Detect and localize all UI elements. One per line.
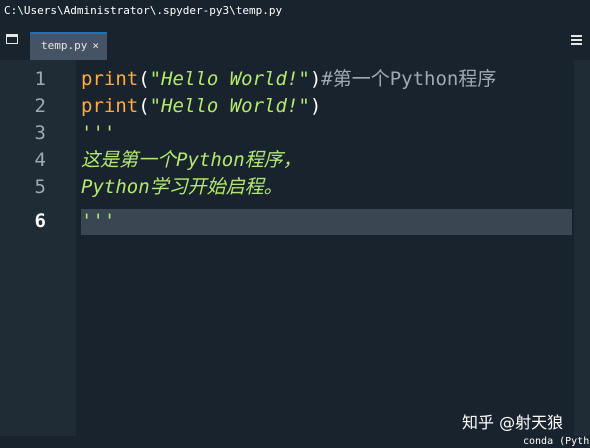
docstring-close: ''' — [81, 210, 116, 232]
current-line-highlight — [81, 209, 572, 235]
line-number: 5 — [34, 176, 46, 198]
close-paren: ) — [309, 95, 322, 117]
comment: #第一个Python程序 — [321, 68, 497, 90]
line-number: 3 — [34, 122, 46, 144]
tab-temp-py[interactable]: temp.py × — [30, 32, 107, 60]
docstring-open: ''' — [81, 122, 116, 144]
close-paren: ) — [309, 68, 322, 90]
string-literal: "Hello World!" — [149, 95, 310, 117]
hamburger-menu-icon[interactable] — [571, 35, 582, 45]
conda-env-status[interactable]: conda (Pyth — [523, 436, 589, 448]
keyword-print: print — [81, 68, 139, 90]
close-icon[interactable]: × — [92, 34, 99, 58]
docstring-line: 这是第一个Python程序， — [81, 149, 302, 171]
docstring-line: Python学习开始启程。 — [81, 176, 283, 198]
panel-icon[interactable] — [6, 34, 18, 44]
watermark: 知乎 @射天狼 — [462, 413, 564, 432]
current-line-number: 6 — [34, 210, 46, 232]
tab-label: temp.py — [41, 39, 88, 52]
keyword-print: print — [81, 95, 139, 117]
open-paren: ( — [138, 95, 150, 117]
editor-tab-bar: temp.py × — [0, 22, 590, 60]
line-number: 4 — [34, 149, 46, 171]
code-line-2: print("Hello World!") — [81, 93, 321, 120]
vertical-scrollbar[interactable] — [574, 60, 590, 436]
window-path-title: C:\Users\Administrator\.spyder-py3\temp.… — [0, 0, 590, 22]
open-paren: ( — [138, 68, 150, 90]
line-number: 2 — [34, 95, 46, 117]
code-line-1: print("Hello World!")#第一个Python程序 — [81, 66, 496, 93]
line-number: 1 — [34, 68, 46, 90]
string-literal: "Hello World!" — [149, 68, 310, 90]
code-editor[interactable]: 1 2 3 4 5 6 print("Hello World!")#第一个Pyt… — [0, 60, 590, 436]
status-bar: conda (Pyth — [0, 436, 590, 448]
